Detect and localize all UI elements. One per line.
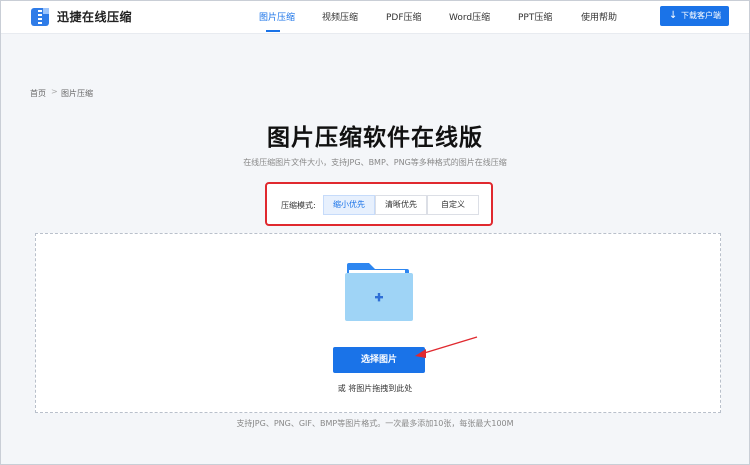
mode-option-smaller-first[interactable]: 缩小优先	[323, 195, 375, 215]
drag-drop-hint: 或 将图片拖拽到此处	[337, 384, 413, 393]
page-subtitle: 在线压缩图片文件大小，支持JPG、BMP、PNG等多种格式的图片在线压缩	[243, 158, 507, 167]
red-arrow-annotation	[415, 336, 478, 358]
download-client-label: 下载客户端	[681, 11, 721, 20]
page-title: 图片压缩软件在线版	[267, 125, 483, 151]
logo-corner	[43, 8, 49, 14]
top-navbar: 迅捷在线压缩 图片压缩 视频压缩 PDF压缩 Word压缩 PPT压缩 使用帮助…	[1, 1, 749, 34]
breadcrumb-home[interactable]: 首页	[30, 88, 46, 99]
nav-video-compress[interactable]: 视频压缩	[322, 10, 358, 23]
nav-help[interactable]: 使用帮助	[581, 10, 617, 23]
nav-image-compress[interactable]: 图片压缩	[259, 10, 295, 23]
logo-zipper	[38, 8, 42, 26]
active-nav-underline	[266, 30, 280, 32]
compression-mode-label: 压缩模式:	[281, 201, 316, 210]
folder-add-icon[interactable]	[345, 261, 413, 323]
download-client-button[interactable]: ↓ 下载客户端	[660, 6, 729, 26]
mode-option-clarity-first[interactable]: 清晰优先	[375, 195, 427, 215]
zip-file-logo[interactable]	[31, 8, 49, 26]
nav-pdf-compress[interactable]: PDF压缩	[386, 10, 422, 23]
nav-word-compress[interactable]: Word压缩	[449, 10, 490, 23]
nav-ppt-compress[interactable]: PPT压缩	[518, 10, 552, 23]
breadcrumb-current: 图片压缩	[61, 89, 93, 98]
compression-mode-panel: 压缩模式: 缩小优先 清晰优先 自定义	[265, 182, 493, 226]
download-icon: ↓	[669, 10, 678, 21]
supported-formats-note: 支持JPG、PNG、GIF、BMP等图片格式。一次最多添加10张，每张最大100…	[236, 419, 514, 428]
mode-option-custom[interactable]: 自定义	[427, 195, 479, 215]
brand-name[interactable]: 迅捷在线压缩	[57, 8, 132, 25]
breadcrumb-separator: >	[51, 87, 58, 96]
page-frame: 迅捷在线压缩 图片压缩 视频压缩 PDF压缩 Word压缩 PPT压缩 使用帮助…	[0, 0, 750, 465]
